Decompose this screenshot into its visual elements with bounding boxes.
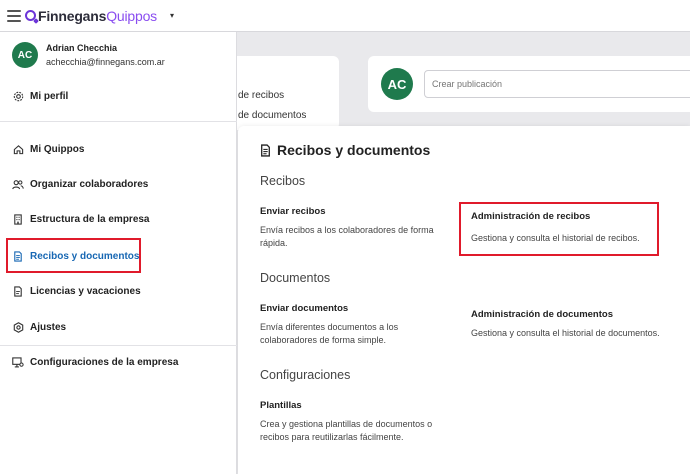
users-icon [12,178,24,190]
sidebar-item-configuraciones-empresa[interactable]: Configuraciones de la empresa [12,356,178,368]
settings-icon [12,321,24,333]
logo-text-secondary: Quippos [106,7,157,24]
divider [0,121,237,122]
sidebar-item-profile[interactable]: Mi perfil [12,90,68,102]
create-post-input[interactable] [424,70,690,98]
enviar-documentos-link[interactable]: Enviar documentos [260,303,348,314]
user-name: Adrian Checchia [46,43,118,53]
highlight-box [459,202,659,256]
administracion-documentos-link[interactable]: Administración de documentos [471,309,613,320]
plantillas-description: Crea y gestiona plantillas de documentos… [260,419,433,442]
divider [0,345,237,346]
home-icon [12,143,24,155]
menu-icon[interactable] [7,9,21,22]
sidebar-item-organizar-colaboradores[interactable]: Organizar colaboradores [12,178,148,190]
user-info: AC Adrian Checchia achecchia@finnegans.c… [12,42,165,68]
section-heading-recibos: Recibos [260,174,306,188]
plantillas-link[interactable]: Plantillas [260,400,302,411]
sidebar-item-label: Configuraciones de la empresa [30,356,179,368]
enviar-documentos-description: Envía diferentes documentos a los colabo… [260,322,399,345]
administracion-documentos-description: Gestiona y consulta el historial de docu… [471,328,660,338]
recibos-documentos-menu: Recibos y documentos Recibos Enviar reci… [238,126,690,474]
sidebar-item-label: Ajustes [30,321,67,333]
sidebar: AC Adrian Checchia achecchia@finnegans.c… [0,32,237,474]
menu-title: Recibos y documentos [260,142,430,158]
sidebar-item-label: Licencias y vacaciones [30,285,141,297]
background-link: de recibos [238,90,285,101]
section-heading-configuraciones: Configuraciones [260,368,351,382]
menu-title-text: Recibos y documentos [277,142,431,158]
logo-text-primary: Finnegans [38,7,107,24]
sidebar-item-licencias-vacaciones[interactable]: Licencias y vacaciones [12,285,141,297]
app-logo[interactable]: Finnegans Quippos [25,8,157,24]
background-card: de recibos de documentos [226,56,339,130]
sidebar-item-mi-quippos[interactable]: Mi Quippos [12,143,84,155]
avatar: AC [381,68,413,100]
sidebar-item-label: Mi perfil [30,90,69,102]
user-email: achecchia@finnegans.com.ar [46,57,165,67]
sidebar-item-label: Estructura de la empresa [30,213,150,225]
enviar-recibos-description: Envía recibos a los colaboradores de for… [260,225,434,248]
background-link: de documentos [238,110,307,121]
logo-mark-icon [25,10,36,21]
avatar: AC [12,42,38,68]
top-bar: Finnegans Quippos ▾ [0,0,690,32]
sidebar-item-ajustes[interactable]: Ajustes [12,321,66,333]
sidebar-item-label: Mi Quippos [30,143,85,155]
create-post-card: AC [368,56,690,112]
monitor-gear-icon [12,356,24,368]
sidebar-item-estructura-empresa[interactable]: Estructura de la empresa [12,213,150,225]
document-icon [260,143,271,157]
calendar-icon [12,285,24,297]
highlight-box [6,238,141,273]
enviar-recibos-link[interactable]: Enviar recibos [260,206,325,217]
chevron-down-icon[interactable]: ▾ [170,11,174,20]
building-icon [12,213,24,225]
gear-icon [12,90,24,102]
sidebar-item-label: Organizar colaboradores [30,178,149,190]
section-heading-documentos: Documentos [260,271,331,285]
